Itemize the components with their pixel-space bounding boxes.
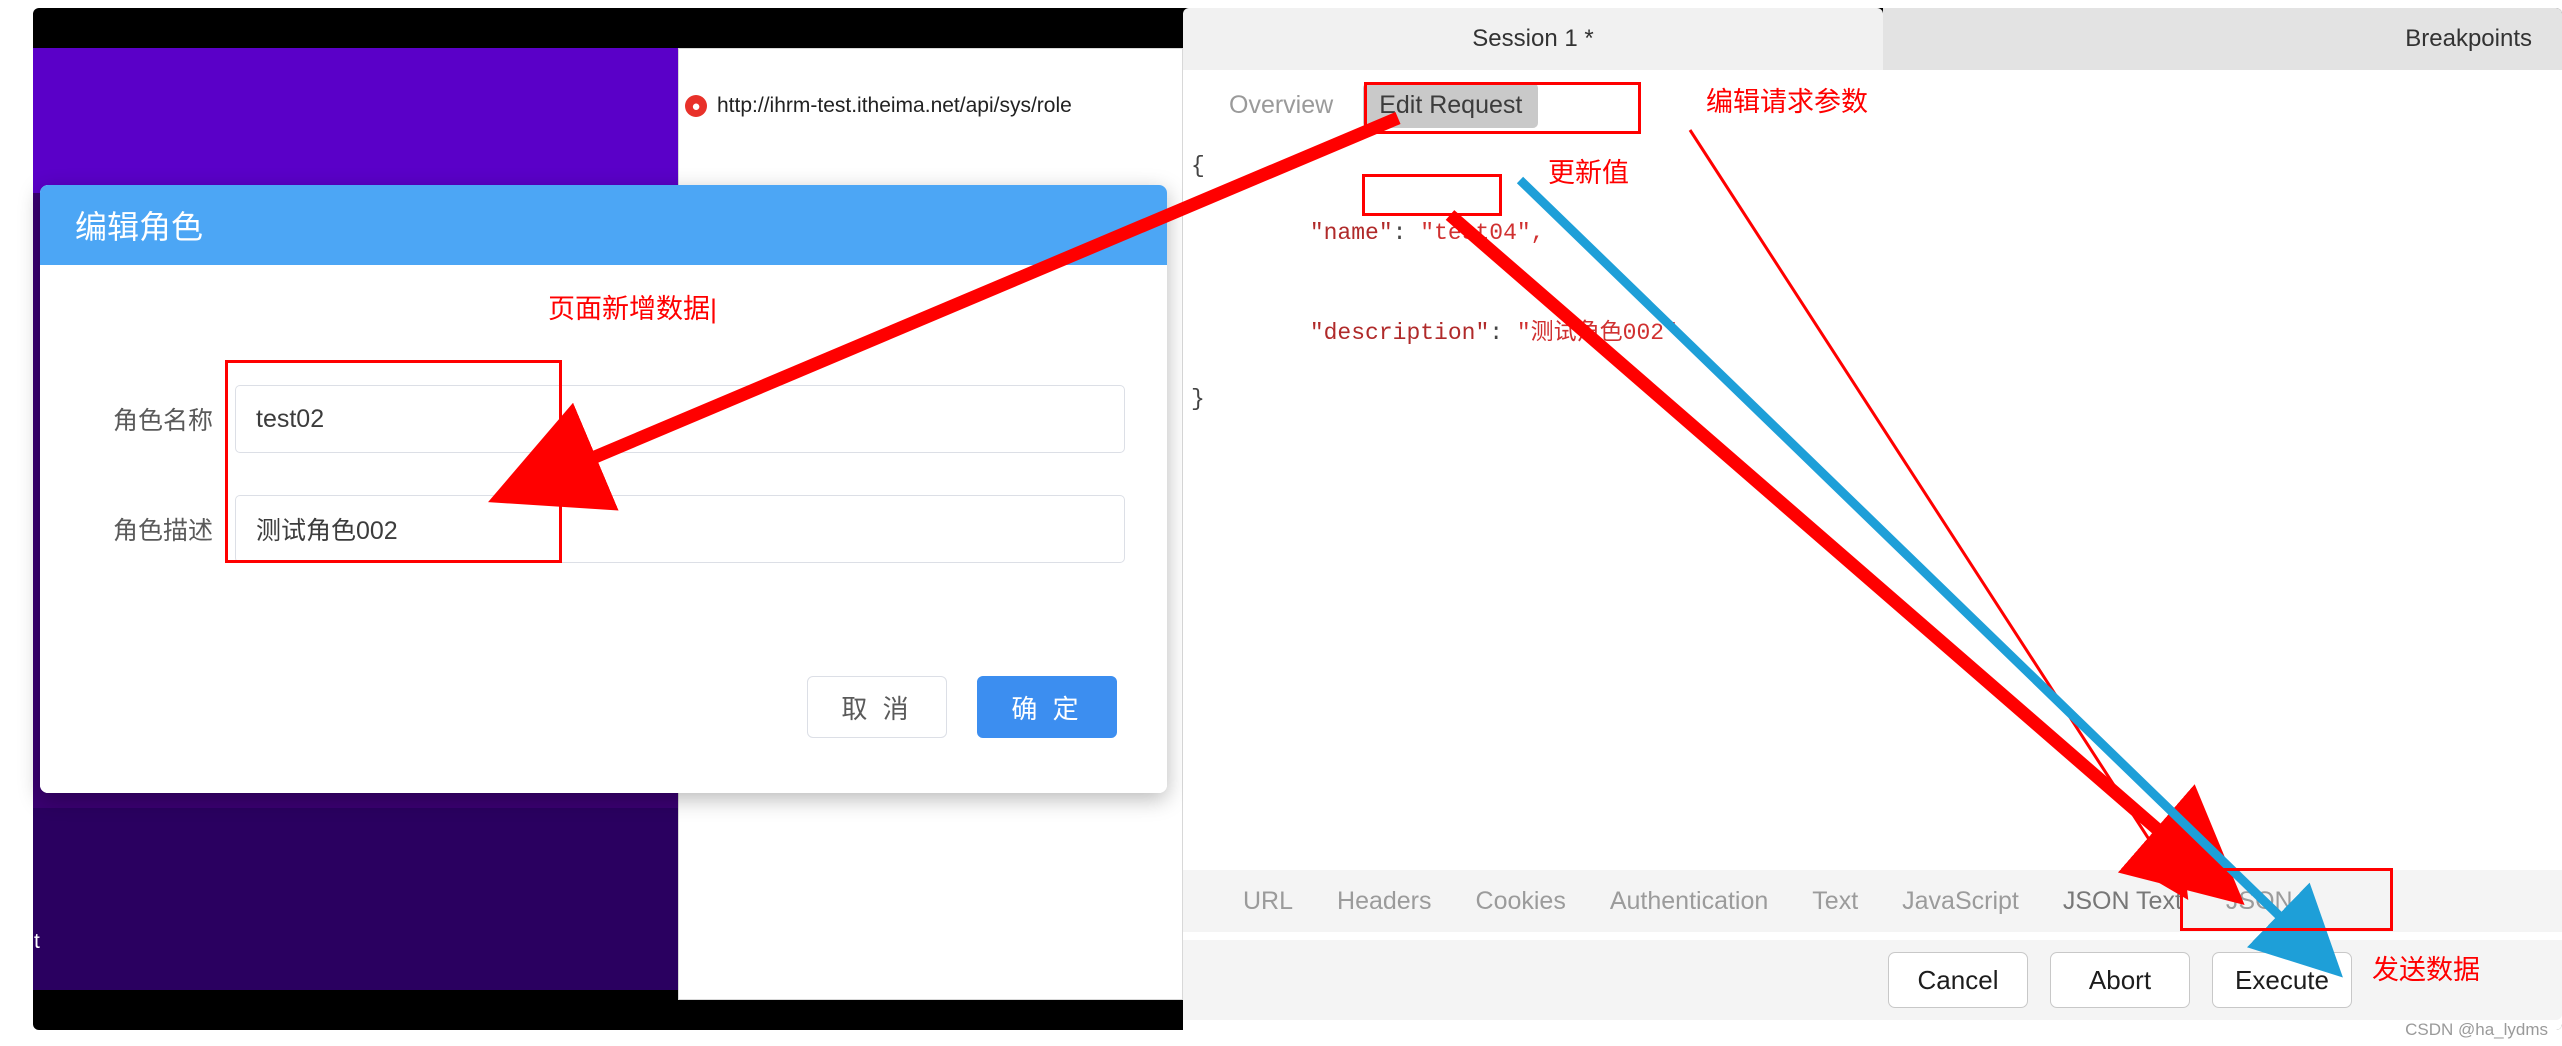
form-row-role-name: 角色名称 test02 [40,380,1167,458]
bottom-tab-authentication[interactable]: Authentication [1610,887,1768,916]
execute-request-button[interactable]: Execute [2212,952,2352,1008]
page-top-band [33,48,678,193]
cancel-button[interactable]: 取 消 [807,676,947,738]
role-name-label: 角色名称 [112,407,213,435]
debugger-tabs: Overview Edit Request [1183,78,2562,132]
json-colon-1: : [1392,219,1421,246]
breakpoints-title: Breakpoints [2405,25,2532,52]
bottom-tab-json[interactable]: JSON [2226,887,2293,916]
request-url-text: http://ihrm-test.itheima.net/api/sys/rol… [717,94,1072,117]
json-line-open: { [1191,153,1205,179]
page-stub-text: t [34,930,40,953]
role-desc-input[interactable]: 测试角色002 [235,495,1125,563]
tab-overview[interactable]: Overview [1213,83,1349,128]
dialog-footer: 取 消 确 定 [807,676,1117,738]
json-colon-2: : [1489,319,1517,346]
bottom-tab-json-text[interactable]: JSON Text [2063,887,2182,916]
watermark: CSDN @ha_lydms [2405,1020,2548,1039]
json-line-description: "description": "测试角色002" [1191,283,2562,383]
stop-record-icon: ● [685,95,707,117]
json-line-close: } [1191,386,1205,413]
cancel-request-button[interactable]: Cancel [1888,952,2028,1008]
page-lower-band [33,808,678,990]
debugger-action-row: Cancel Abort Execute [1183,940,2562,1020]
form-row-role-desc: 角色描述 测试角色002 [40,490,1167,568]
request-url-row: ● http://ihrm-test.itheima.net/api/sys/r… [685,88,1175,124]
role-desc-label: 角色描述 [112,517,213,545]
role-name-input[interactable]: test02 [235,385,1125,453]
breakpoints-title-bar: Breakpoints [1883,8,2562,70]
edit-role-dialog: 编辑角色 角色名称 test02 角色描述 测试角色002 取 消 确 定 [40,185,1167,793]
screenshot-root: t ● http://ihrm-test.itheima.net/api/sys… [0,0,2562,1046]
abort-request-button[interactable]: Abort [2050,952,2190,1008]
bottom-tab-text[interactable]: Text [1812,887,1858,916]
json-key-name: "name" [1309,219,1393,246]
json-editor[interactable]: { "name": "test04", "description": "测试角色… [1183,140,2562,820]
json-value-name: "test04", [1420,219,1545,246]
bottom-tab-url[interactable]: URL [1243,887,1293,916]
tab-edit-request[interactable]: Edit Request [1363,82,1539,128]
session-title: Session 1 * [1472,25,1594,52]
json-line-name: "name": "test04", [1191,183,2562,283]
debugger-bottom-tabs: URL Headers Cookies Authentication Text … [1183,870,2562,932]
bottom-tab-javascript[interactable]: JavaScript [1902,887,2019,916]
dialog-body: 角色名称 test02 角色描述 测试角色002 取 消 确 定 [40,265,1167,793]
dialog-title: 编辑角色 [75,209,204,245]
json-value-description: "测试角色002" [1516,319,1678,346]
json-key-description: "description" [1309,319,1490,346]
bottom-tab-cookies[interactable]: Cookies [1476,887,1566,916]
dialog-header: 编辑角色 [40,185,1167,265]
session-title-bar: Session 1 * [1183,8,1883,70]
bottom-tab-headers[interactable]: Headers [1337,887,1432,916]
confirm-button[interactable]: 确 定 [977,676,1117,738]
